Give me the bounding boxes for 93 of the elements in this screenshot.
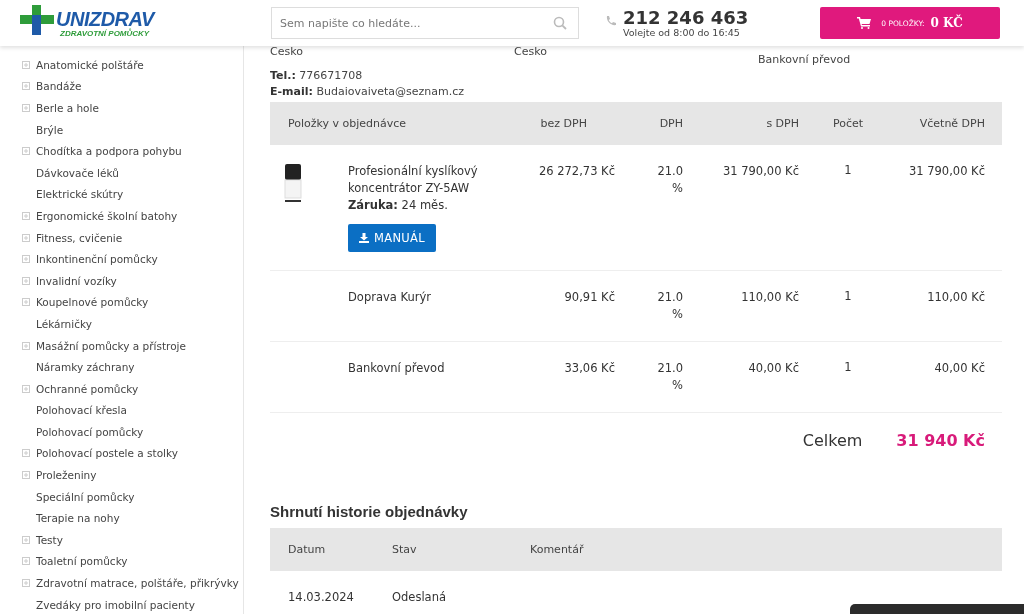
category-link[interactable]: Polohovací pomůcky xyxy=(36,425,144,438)
vat-rate: 21.0 % xyxy=(656,289,683,323)
address-text: Cesko xyxy=(270,45,304,60)
category-link[interactable]: Bandáže xyxy=(36,80,82,93)
category-link[interactable]: Polohovací postele a stolky xyxy=(36,447,178,460)
category-link[interactable]: Dávkovače léků xyxy=(36,166,119,179)
column-header: Položky v objednávce xyxy=(287,117,408,130)
manual-button[interactable]: MANUÁL xyxy=(348,224,436,252)
expand-icon[interactable] xyxy=(22,557,30,566)
expand-icon[interactable] xyxy=(22,233,30,242)
expand-icon[interactable] xyxy=(22,384,30,393)
category-link[interactable]: Invalidní vozíky xyxy=(36,274,117,287)
gross-price: 40,00 Kč xyxy=(747,360,799,377)
vat-rate: 21.0 % xyxy=(656,360,683,394)
table-cell-text: Odeslaná xyxy=(391,590,447,604)
category-link[interactable]: Ochranné pomůcky xyxy=(36,382,139,395)
expand-icon[interactable] xyxy=(22,82,30,91)
line-total: 31 790,00 Kč xyxy=(907,163,985,180)
category-link[interactable]: Speciální pomůcky xyxy=(36,490,135,503)
item-name: Doprava Kurýr xyxy=(348,289,431,306)
category-link[interactable]: Anatomické polštáře xyxy=(36,58,144,71)
column-header: DPH xyxy=(658,117,683,130)
category-link[interactable]: Náramky záchrany xyxy=(36,361,135,374)
quantity: 1 xyxy=(843,163,853,179)
line-total: 110,00 Kč xyxy=(926,289,985,306)
expand-icon[interactable] xyxy=(22,535,30,544)
address-text: Cesko xyxy=(514,45,548,60)
download-icon xyxy=(359,233,369,243)
gross-price: 110,00 Kč xyxy=(740,289,799,306)
search-field[interactable]: Sem napište co hledáte... xyxy=(271,7,579,39)
item-name: Profesionální kyslíkový koncentrátor ZY-5AW xyxy=(348,163,479,197)
expand-icon[interactable] xyxy=(22,60,30,69)
vat-rate: 21.0 % xyxy=(656,163,683,197)
logo-name: UNIZDRAV xyxy=(56,9,154,29)
expand-icon[interactable] xyxy=(22,579,30,588)
category-link[interactable]: Elektrické skútry xyxy=(36,188,124,201)
category-link[interactable]: Inkontinenční pomůcky xyxy=(36,253,158,266)
category-link[interactable]: Proleženiny xyxy=(36,469,97,482)
category-link[interactable]: Masážní pomůcky a přístroje xyxy=(36,339,186,352)
phone-number: 212 246 463 xyxy=(623,8,749,27)
column-header: s DPH xyxy=(765,117,799,130)
quantity: 1 xyxy=(843,360,853,376)
phone-icon xyxy=(605,14,617,27)
net-price: 26 272,73 Kč xyxy=(537,163,615,180)
total-price: 31 940 Kč xyxy=(896,431,985,450)
expand-icon[interactable] xyxy=(22,298,30,307)
category-link[interactable]: Chodítka a podpora pohybu xyxy=(36,145,182,158)
category-link[interactable]: Zdravotní matrace, polštáře, přikrývky xyxy=(36,577,239,590)
category-link[interactable]: Polohovací křesla xyxy=(36,404,127,417)
logo[interactable]: UNIZDRAV ZDRAVOTNÍ POMŮCKY xyxy=(20,3,250,43)
expand-icon[interactable] xyxy=(22,276,30,285)
email-text: E-mail: Budaiovaiveta@seznam.cz xyxy=(270,84,466,100)
column-header: bez DPH xyxy=(539,117,588,130)
table-cell-text: 14.03.2024 xyxy=(287,590,355,604)
category-link[interactable]: Lékárničky xyxy=(36,317,92,330)
expand-icon[interactable] xyxy=(22,471,30,480)
column-header: Stav xyxy=(391,543,418,556)
net-price: 33,06 Kč xyxy=(563,360,615,377)
category-link[interactable]: Toaletní pomůcky xyxy=(36,555,128,568)
expand-icon[interactable] xyxy=(22,147,30,156)
expand-icon[interactable] xyxy=(22,449,30,458)
address-text: Bankovní převod xyxy=(758,52,852,66)
column-header: Komentář xyxy=(529,543,584,556)
cross-logo-icon xyxy=(20,5,54,35)
search-icon xyxy=(553,16,567,30)
column-header: Včetně DPH xyxy=(918,117,985,130)
line-total: 40,00 Kč xyxy=(933,360,985,377)
net-price: 90,91 Kč xyxy=(563,289,615,306)
category-link[interactable]: Testy xyxy=(36,533,63,546)
phone-text: Tel.: 776671708 xyxy=(270,68,364,84)
expand-icon[interactable] xyxy=(22,255,30,264)
category-link[interactable]: Brýle xyxy=(36,123,64,136)
expand-icon[interactable] xyxy=(22,341,30,350)
section-title: Shrnutí historie objednávky xyxy=(270,503,469,520)
column-header: Počet xyxy=(831,117,865,130)
concentrator-drawing xyxy=(284,163,302,203)
category-link[interactable]: Koupelnové pomůcky xyxy=(36,296,149,309)
gross-price: 31 790,00 Kč xyxy=(721,163,799,180)
category-link[interactable]: Berle a hole xyxy=(36,102,99,114)
expand-icon[interactable] xyxy=(22,104,30,112)
column-header: Datum xyxy=(287,543,327,556)
category-link[interactable]: Fitness, cvičenie xyxy=(36,231,123,244)
logo-tagline: ZDRAVOTNÍ POMŮCKY xyxy=(60,29,151,39)
cart-icon xyxy=(857,17,872,29)
warranty-text: Záruka: 24 měs. xyxy=(348,197,448,214)
category-link[interactable]: Ergonomické školní batohy xyxy=(36,209,178,222)
total-label: Celkem xyxy=(802,431,863,450)
category-link[interactable]: Zvedáky pro imobilní pacienty xyxy=(36,598,195,611)
category-link[interactable]: Terapie na nohy xyxy=(36,512,120,525)
item-name: Bankovní převod xyxy=(348,360,445,377)
phone-hours: Volejte od 8:00 do 16:45 xyxy=(623,26,741,38)
expand-icon[interactable] xyxy=(22,211,30,220)
quantity: 1 xyxy=(843,289,853,305)
